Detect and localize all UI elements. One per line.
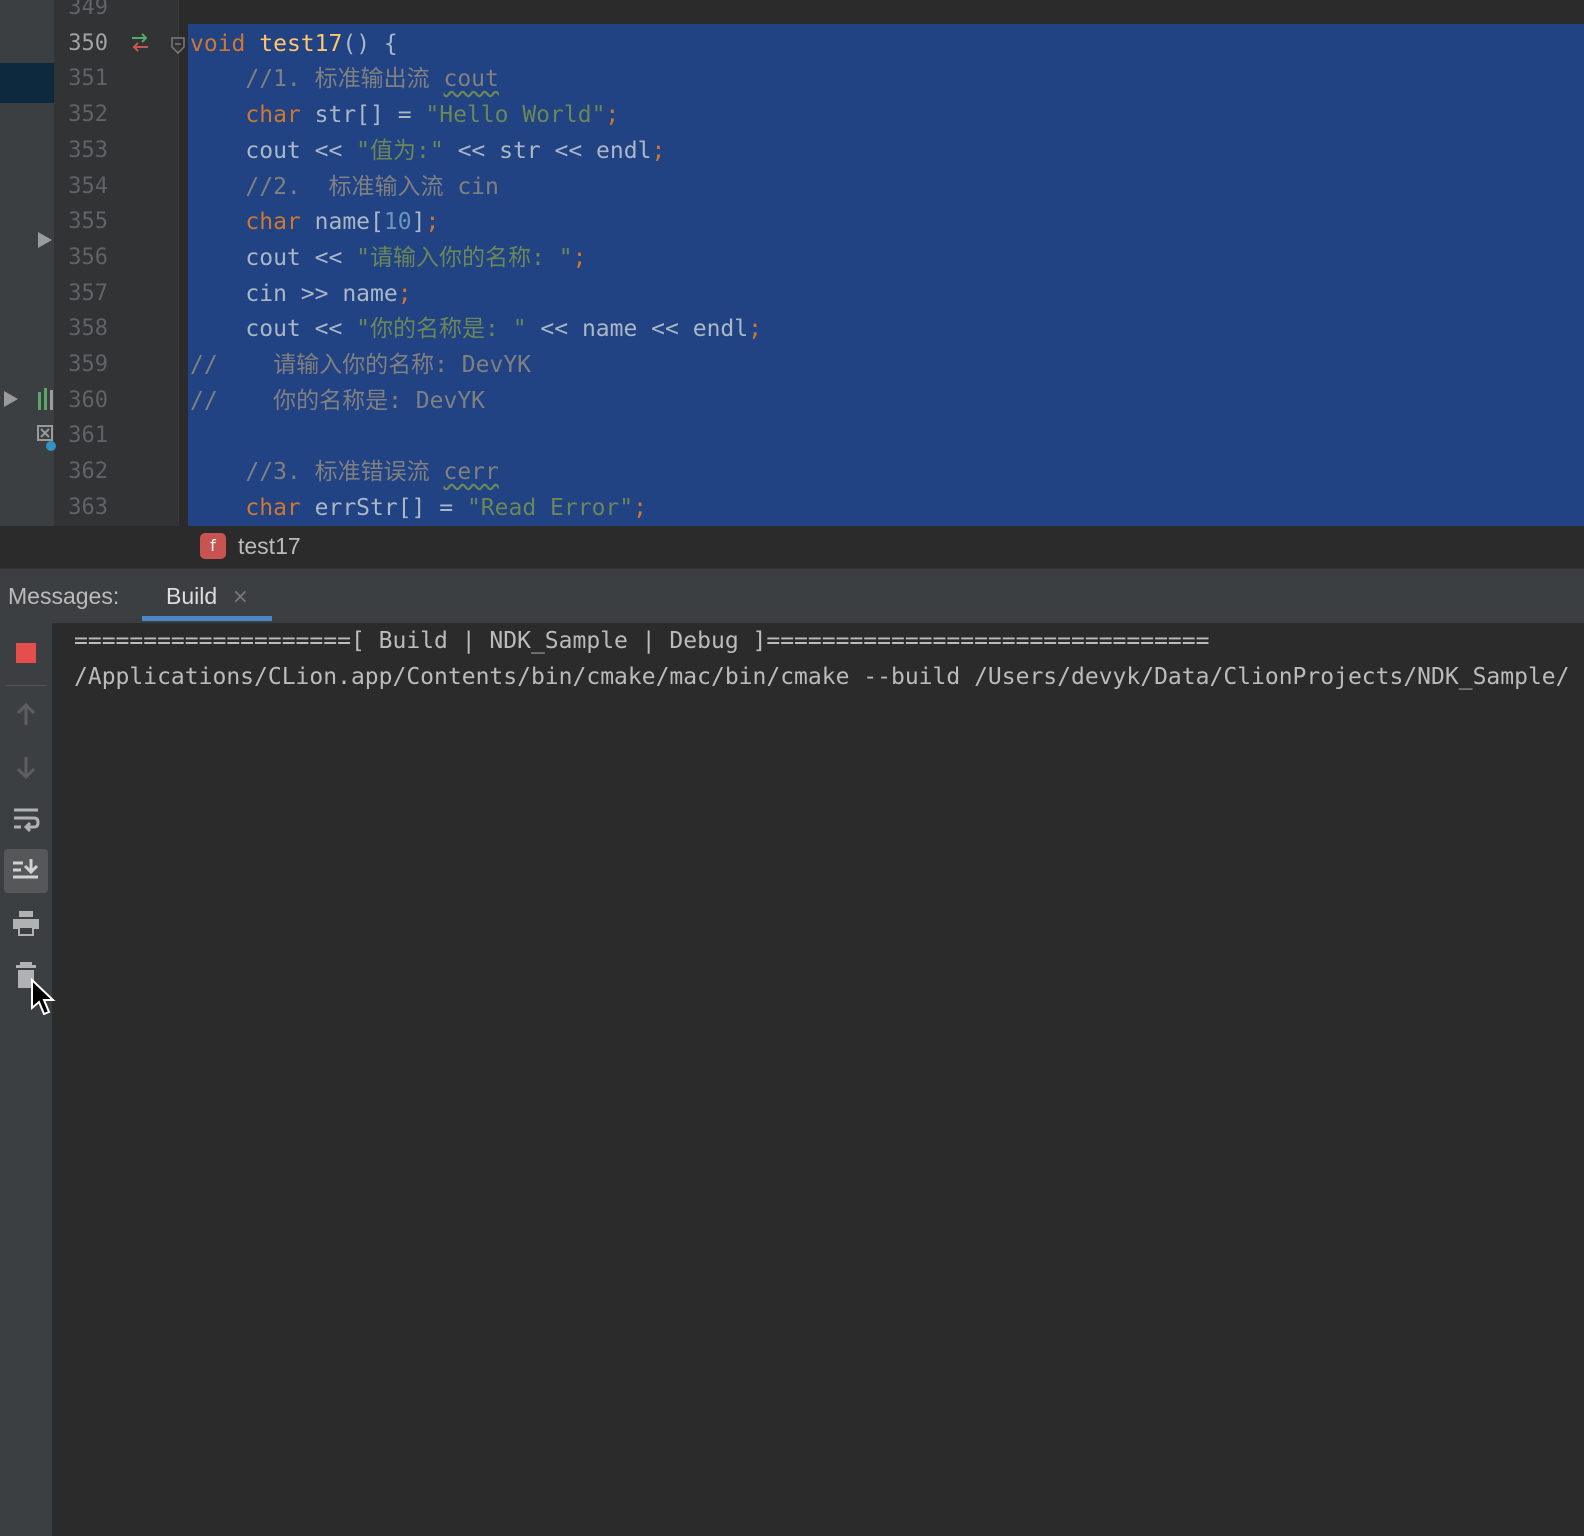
mouse-cursor-icon (31, 978, 56, 1016)
code-token: "值为:" (356, 137, 444, 164)
code-token: //1. 标准输出流 (245, 66, 444, 93)
breadcrumb-function-label[interactable]: test17 (238, 530, 301, 562)
next-message-button[interactable] (4, 745, 48, 789)
code-token: errStr[] = (300, 494, 467, 521)
code-token: << str << endl (443, 137, 652, 164)
run-gutter-icon[interactable] (36, 230, 54, 250)
line-number: 351 (68, 66, 108, 92)
code-line: cout << "你的名称是: " << name << endl; (190, 311, 762, 347)
fold-icon[interactable] (170, 36, 186, 56)
code-line: // 请输入你的名称: DevYK (190, 347, 531, 383)
code-token: << name << endl (526, 316, 749, 343)
console-line: ====================[ Build | NDK_Sample… (74, 628, 1210, 654)
code-token: cout << (190, 137, 357, 164)
debug-config-icon[interactable] (36, 424, 56, 454)
console-toolbar (0, 623, 52, 1536)
messages-label: Messages: (8, 583, 120, 609)
line-number: 360 (68, 387, 108, 413)
tab-active-indicator (142, 616, 272, 621)
code-token: //2. 标准输入流 cin (245, 173, 499, 200)
line-number: 355 (68, 209, 108, 235)
code-editor[interactable]: 349 350 void test17() { 351 //1. 标准输出流 cout… (0, 0, 1584, 526)
line-number: 357 (68, 280, 108, 306)
structure-marker (0, 63, 54, 103)
line-number: 352 (68, 102, 108, 128)
code-line: // 你的名称是: DevYK (190, 383, 485, 419)
code-token: ; (572, 244, 587, 271)
line-number: 354 (68, 173, 108, 199)
code-token: cout (443, 66, 499, 93)
code-line: cout << "值为:" << str << endl; (190, 133, 665, 169)
code-token: ] (411, 209, 426, 236)
code-token: cout << (190, 244, 357, 271)
code-token: //3. 标准错误流 (245, 459, 444, 486)
line-number: 362 (68, 459, 108, 485)
toolbar-divider (6, 685, 46, 686)
code-token: char (245, 209, 301, 236)
code-token: ; (633, 494, 647, 521)
code-token: ; (425, 209, 440, 236)
code-token: cin >> name (190, 280, 398, 307)
code-line: cin >> name; (190, 276, 412, 312)
override-icon[interactable] (128, 32, 152, 54)
code-token: "你的名称是: " (356, 316, 527, 343)
print-button[interactable] (4, 901, 48, 945)
code-line: //2. 标准输入流 cin (190, 169, 499, 205)
code-token: ; (605, 102, 620, 129)
code-token: "Hello World" (425, 102, 606, 129)
code-token: // 你的名称是: DevYK (190, 387, 486, 414)
code-token: char (245, 494, 301, 521)
stop-button[interactable] (4, 631, 48, 675)
code-token: char (245, 102, 301, 129)
build-status-icon[interactable] (36, 386, 54, 412)
code-line: char name[10]; (190, 204, 439, 240)
line-number: 358 (68, 316, 108, 342)
code-line: //3. 标准错误流 cerr (190, 454, 499, 490)
code-token: ; (651, 137, 666, 164)
line-number: 350 (68, 30, 108, 56)
function-icon: f (200, 533, 226, 559)
console-line: /Applications/CLion.app/Contents/bin/cma… (74, 664, 1570, 690)
code-token: cout << (190, 316, 357, 343)
code-token: "请输入你的名称: " (356, 244, 573, 271)
tab-build[interactable]: Build × (142, 570, 272, 622)
code-token: test17 (259, 30, 343, 57)
tab-build-label: Build (166, 583, 218, 609)
gutter-divider (178, 0, 179, 526)
line-number: 359 (68, 352, 108, 377)
line-number: 353 (68, 137, 108, 163)
line-number: 356 (68, 244, 108, 270)
code-token: // 请输入你的名称: DevYK (190, 352, 532, 378)
line-number: 349 (68, 0, 108, 20)
code-token: () { (342, 30, 398, 57)
code-token: ; (748, 316, 762, 343)
build-console-output[interactable]: ====================[ Build | NDK_Sample… (52, 623, 1584, 1536)
close-icon[interactable]: × (232, 582, 249, 610)
run-icon[interactable] (2, 389, 20, 409)
code-token: void (190, 30, 246, 57)
soft-wrap-button[interactable] (4, 797, 48, 841)
code-token: ; (397, 280, 412, 307)
code-line: char str[] = "Hello World"; (190, 97, 619, 133)
code-token: str[] = (300, 102, 426, 129)
code-token: "Read Error" (466, 494, 634, 521)
code-token: cerr (443, 459, 499, 486)
previous-message-button[interactable] (4, 693, 48, 737)
code-line: char errStr[] = "Read Error"; (190, 490, 647, 526)
code-line: //1. 标准输出流 cout (190, 61, 499, 97)
code-token: name[ (300, 209, 384, 236)
code-line: void test17() { (190, 26, 398, 62)
code-token: 10 (383, 209, 412, 236)
line-number: 363 (68, 494, 108, 520)
line-number: 361 (68, 423, 108, 449)
code-line: cout << "请输入你的名称: "; (190, 240, 586, 276)
scroll-to-end-button[interactable] (4, 849, 48, 893)
